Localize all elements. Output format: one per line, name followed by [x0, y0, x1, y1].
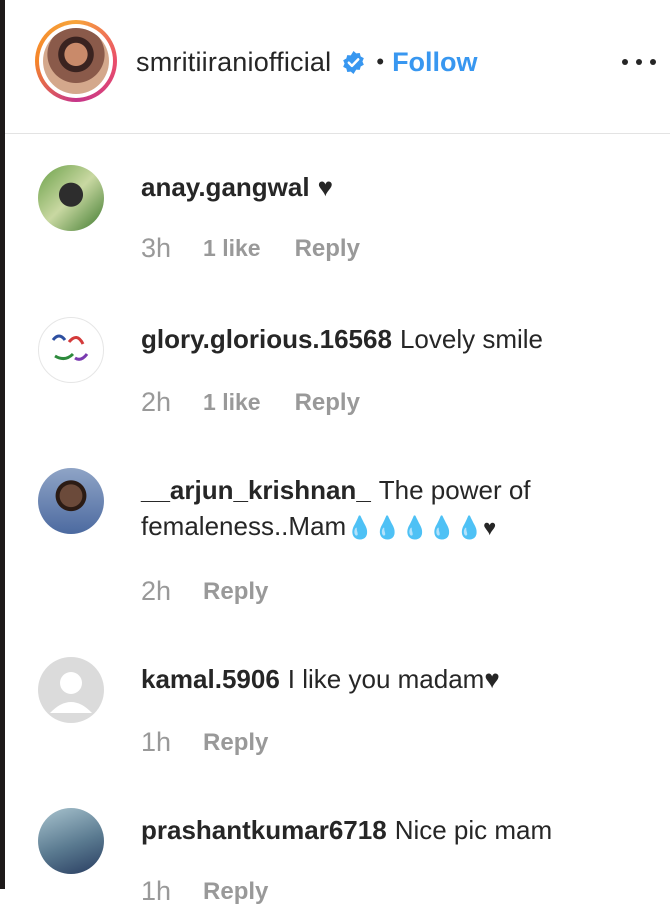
- more-options-icon[interactable]: [622, 44, 656, 80]
- commenter-avatar[interactable]: [38, 468, 104, 534]
- comment-username[interactable]: glory.glorious.16568: [141, 324, 392, 354]
- reply-button[interactable]: Reply: [203, 578, 268, 606]
- comment-username[interactable]: __arjun_krishnan_: [141, 475, 371, 505]
- comment-username[interactable]: prashantkumar6718: [141, 815, 387, 845]
- comment-time[interactable]: 2h: [141, 387, 171, 418]
- comment-text: I like you madam: [287, 664, 485, 694]
- comment-time[interactable]: 1h: [141, 876, 171, 907]
- reply-button[interactable]: Reply: [295, 235, 360, 263]
- comment-time[interactable]: 2h: [141, 576, 171, 607]
- commenter-avatar[interactable]: [38, 657, 104, 723]
- profile-avatar[interactable]: [35, 20, 117, 102]
- logo-avatar-art: [40, 319, 102, 381]
- comment-time[interactable]: 1h: [141, 727, 171, 758]
- heart-emoji: ♥: [484, 664, 500, 694]
- heart-emoji: ♥: [317, 172, 334, 202]
- drops-emoji: 💧💧💧💧💧♥: [346, 515, 497, 540]
- commenter-avatar[interactable]: [38, 808, 104, 874]
- follow-button[interactable]: Follow: [392, 47, 477, 78]
- reply-button[interactable]: Reply: [203, 729, 268, 757]
- comment-username[interactable]: anay.gangwal: [141, 172, 310, 202]
- comment-text: Lovely smile: [399, 324, 543, 354]
- reply-button[interactable]: Reply: [295, 389, 360, 417]
- post-username[interactable]: smritiiraniofficial: [136, 47, 331, 78]
- separator-dot: •: [376, 49, 385, 74]
- profile-photo: [43, 28, 109, 94]
- comment-likes[interactable]: 1 like: [203, 235, 261, 262]
- commenter-avatar[interactable]: [38, 317, 104, 383]
- reply-button[interactable]: Reply: [203, 878, 268, 906]
- comment-text: Nice pic mam: [394, 815, 553, 845]
- comment-likes[interactable]: 1 like: [203, 389, 261, 416]
- commenter-avatar[interactable]: [38, 165, 104, 231]
- verified-badge-icon: [343, 50, 365, 74]
- comment-time[interactable]: 3h: [141, 233, 171, 264]
- default-avatar-icon: [39, 658, 103, 722]
- post-header: smritiiraniofficial • Follow: [5, 0, 670, 134]
- comment-username[interactable]: kamal.5906: [141, 664, 280, 694]
